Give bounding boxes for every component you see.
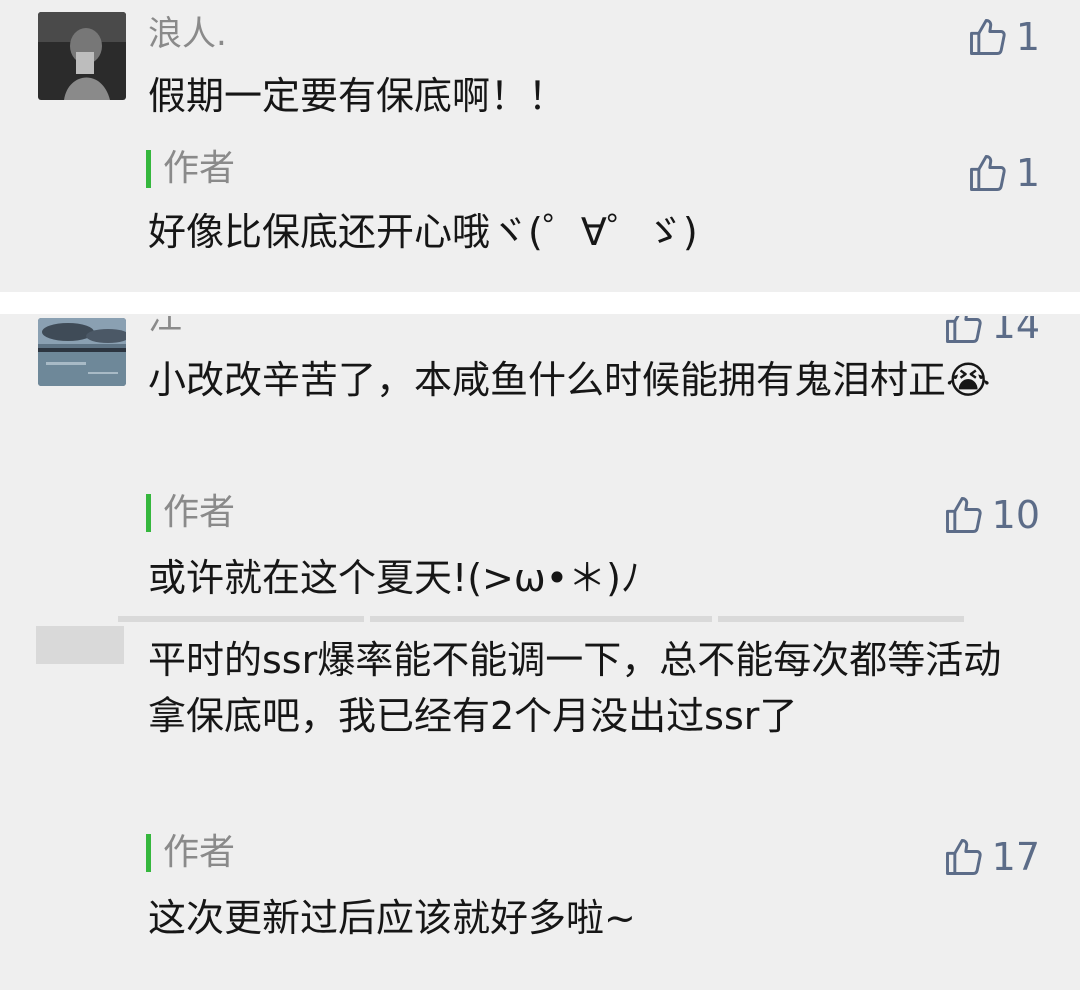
like-count: 10	[991, 493, 1040, 537]
comment-text: 小改改辛苦了，本咸鱼什么时候能拥有鬼泪村正😭	[148, 358, 991, 402]
author-reply-text: 或许就在这个夏天!(>ω•＊)ﾉ	[148, 556, 640, 600]
author-reply-header: 作者	[146, 488, 235, 538]
avatar[interactable]	[36, 626, 124, 664]
author-reply-header: 作者	[146, 828, 235, 878]
divider	[0, 292, 1080, 314]
thumbs-up-icon	[942, 493, 986, 537]
author-label: 作者	[163, 832, 236, 873]
author-label: 作者	[163, 492, 236, 533]
thumbs-up-icon	[966, 15, 1010, 59]
like-button[interactable]: 1	[966, 148, 1040, 198]
comment-item: 浪人. 1 假期一定要有保底啊！！ 作者 1 好像比保底还开心哦ヾ(゜∀゜ゞ)	[0, 0, 1080, 290]
author-bar	[146, 494, 151, 532]
author-label: 作者	[163, 148, 236, 189]
comment-item: 平时的ssr爆率能不能调一下，总不能每次都等活动拿保底吧，我已经有2个月没出过s…	[0, 622, 1080, 990]
like-count: 1	[1015, 15, 1040, 59]
author-reply-text: 这次更新过后应该就好多啦~	[148, 896, 636, 940]
thumbs-up-icon	[966, 151, 1010, 195]
like-count: 1	[1015, 151, 1040, 195]
comment-text: 平时的ssr爆率能不能调一下，总不能每次都等活动拿保底吧，我已经有2个月没出过s…	[148, 638, 1002, 738]
thumbs-up-icon	[942, 835, 986, 879]
like-button[interactable]: 17	[942, 832, 1040, 882]
author-bar	[146, 834, 151, 872]
comment-text: 假期一定要有保底啊！！	[148, 74, 567, 118]
like-button[interactable]: 1	[966, 12, 1040, 62]
comment-nickname[interactable]: 浪人.	[148, 14, 227, 54]
author-reply-text: 好像比保底还开心哦ヾ(゜∀゜ゞ)	[148, 210, 698, 254]
like-count: 17	[991, 835, 1040, 879]
author-reply-header: 作者	[146, 144, 235, 194]
avatar[interactable]	[38, 12, 126, 100]
like-button[interactable]: 10	[942, 490, 1040, 540]
avatar[interactable]	[38, 318, 126, 386]
comment-item: 江 14 小改改辛苦了，本咸鱼什么时候能拥有鬼泪村正😭 作者 10 或许就在这个…	[0, 316, 1080, 616]
author-bar	[146, 150, 151, 188]
